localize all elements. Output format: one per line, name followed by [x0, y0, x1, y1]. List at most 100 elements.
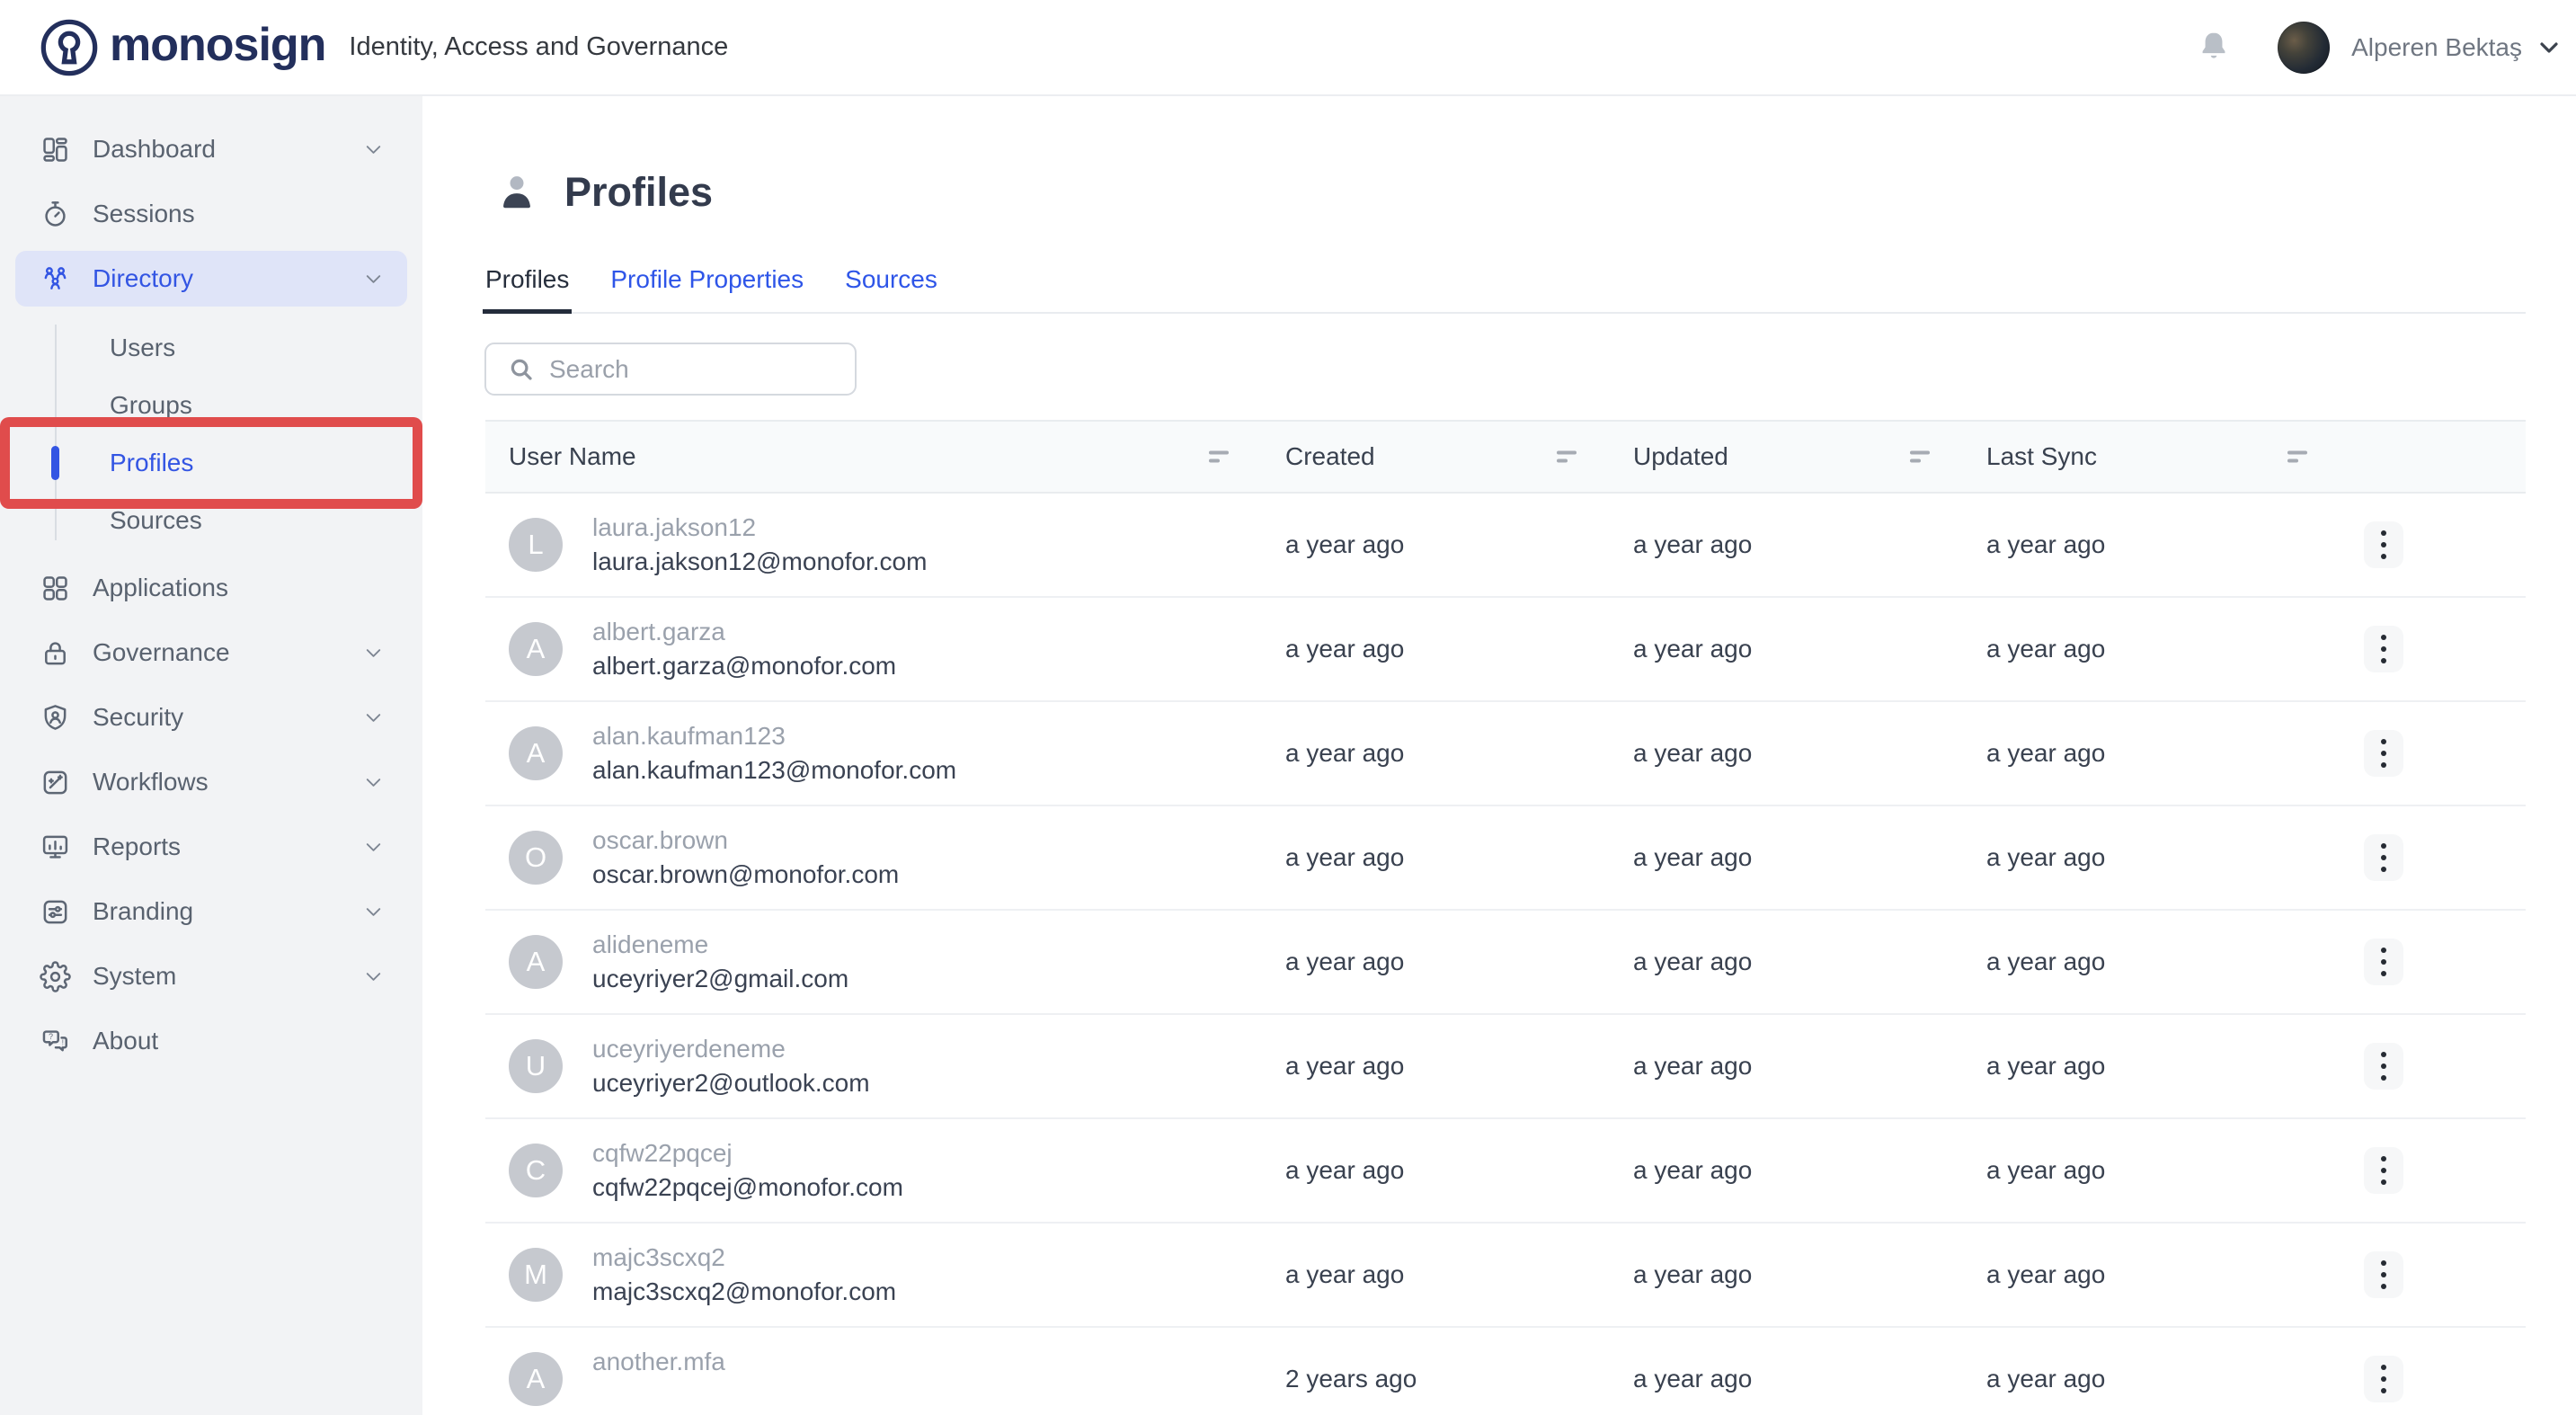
- row-created: a year ago: [1285, 1260, 1633, 1289]
- row-actions-kebab-button[interactable]: [2364, 730, 2403, 777]
- brand-logo: monosign Identity, Access and Governance: [36, 14, 728, 81]
- row-created: a year ago: [1285, 1156, 1633, 1185]
- sidebar-item-governance[interactable]: Governance: [15, 625, 407, 681]
- table-row: L laura.jakson12 laura.jakson12@monofor.…: [485, 494, 2526, 598]
- row-email: oscar.brown@monofor.com: [592, 858, 899, 892]
- row-updated: a year ago: [1633, 948, 1986, 976]
- app-window: monosign Identity, Access and Governance…: [0, 0, 2576, 1415]
- page-title: Profiles: [564, 172, 713, 212]
- sidebar-item-applications[interactable]: Applications: [15, 560, 407, 616]
- profiles-table: User Name Created Updated Last Sync: [485, 420, 2526, 1415]
- row-actions-kebab-button[interactable]: [2364, 1356, 2403, 1402]
- row-last-sync: a year ago: [1986, 843, 2364, 872]
- chevron-down-icon: [361, 138, 386, 162]
- sort-icon[interactable]: [1557, 451, 1577, 463]
- row-username: albert.garza: [592, 615, 896, 649]
- avatar: A: [509, 622, 563, 676]
- row-created: a year ago: [1285, 948, 1633, 976]
- system-icon: [40, 961, 71, 992]
- chevron-down-icon: [361, 641, 386, 665]
- applications-icon: [40, 573, 71, 604]
- column-header-user-name: User Name: [485, 422, 1285, 492]
- row-email: uceyriyer2@outlook.com: [592, 1066, 870, 1100]
- sidebar-item-groups[interactable]: Groups: [0, 377, 422, 434]
- search-icon: [508, 356, 535, 383]
- row-actions-kebab-button[interactable]: [2364, 1147, 2403, 1194]
- page-header: Profiles: [496, 166, 2576, 217]
- row-actions-kebab-button[interactable]: [2364, 939, 2403, 985]
- table-row: A alideneme uceyriyer2@gmail.com a year …: [485, 911, 2526, 1015]
- avatar: O: [509, 831, 563, 885]
- governance-icon: [40, 637, 71, 669]
- sidebar-item-sources[interactable]: Sources: [0, 492, 422, 549]
- sidebar-item-security[interactable]: Security: [15, 690, 407, 745]
- table-row: A albert.garza albert.garza@monofor.com …: [485, 598, 2526, 702]
- brand-tagline: Identity, Access and Governance: [349, 32, 728, 62]
- row-username: majc3scxq2: [592, 1241, 896, 1275]
- row-updated: a year ago: [1633, 1365, 1986, 1393]
- brand-wordmark: monosign: [110, 22, 325, 74]
- sidebar-item-directory[interactable]: Directory: [15, 251, 407, 307]
- row-created: a year ago: [1285, 739, 1633, 768]
- avatar: A: [509, 726, 563, 780]
- monosign-logo-icon: [36, 14, 102, 81]
- chevron-down-icon: [361, 965, 386, 989]
- chevron-down-icon: [361, 900, 386, 924]
- tab-sources[interactable]: Sources: [842, 265, 940, 314]
- row-username: uceyriyerdeneme: [592, 1032, 870, 1066]
- avatar: L: [509, 518, 563, 572]
- sidebar-item-system[interactable]: System: [15, 948, 407, 1004]
- row-created: a year ago: [1285, 1052, 1633, 1081]
- sidebar-item-profiles[interactable]: Profiles: [0, 434, 422, 492]
- row-username: oscar.brown: [592, 823, 899, 858]
- sidebar-item-branding[interactable]: Branding: [15, 884, 407, 939]
- sidebar-item-dashboard[interactable]: Dashboard: [15, 121, 407, 177]
- row-actions-kebab-button[interactable]: [2364, 521, 2403, 568]
- sidebar-item-reports[interactable]: Reports: [15, 819, 407, 875]
- row-created: a year ago: [1285, 635, 1633, 663]
- row-last-sync: a year ago: [1986, 1052, 2364, 1081]
- tab-profiles[interactable]: Profiles: [483, 265, 572, 314]
- active-indicator-bar: [51, 446, 59, 480]
- sidebar-item-workflows[interactable]: Workflows: [15, 754, 407, 810]
- row-last-sync: a year ago: [1986, 1365, 2364, 1393]
- sort-icon[interactable]: [1910, 451, 1930, 463]
- branding-icon: [40, 896, 71, 928]
- chevron-down-icon: [2535, 33, 2563, 62]
- row-last-sync: a year ago: [1986, 1260, 2364, 1289]
- sessions-icon: [40, 199, 71, 230]
- avatar: A: [509, 935, 563, 989]
- tab-profile-properties[interactable]: Profile Properties: [608, 265, 806, 314]
- user-menu[interactable]: Alperen Bektaş: [2278, 22, 2563, 74]
- row-username: alideneme: [592, 928, 848, 962]
- workflows-icon: [40, 767, 71, 798]
- row-actions-kebab-button[interactable]: [2364, 1043, 2403, 1090]
- row-created: a year ago: [1285, 843, 1633, 872]
- notifications-bell-icon[interactable]: [2195, 29, 2233, 67]
- table-row: O oscar.brown oscar.brown@monofor.com a …: [485, 806, 2526, 911]
- svg-text:?: ?: [49, 1032, 53, 1041]
- sidebar-item-about[interactable]: ?! About: [15, 1013, 407, 1069]
- security-icon: [40, 702, 71, 734]
- row-updated: a year ago: [1633, 530, 1986, 559]
- search-input[interactable]: [547, 354, 840, 385]
- table-body: L laura.jakson12 laura.jakson12@monofor.…: [485, 494, 2526, 1415]
- user-name: Alperen Bektaş: [2351, 33, 2522, 62]
- column-header-updated: Updated: [1633, 422, 1986, 492]
- row-updated: a year ago: [1633, 1052, 1986, 1081]
- row-actions-kebab-button[interactable]: [2364, 1251, 2403, 1298]
- user-avatar: [2278, 22, 2330, 74]
- sidebar-item-users[interactable]: Users: [0, 319, 422, 377]
- topbar-right: Alperen Bektaş: [2195, 22, 2563, 74]
- sort-icon[interactable]: [2287, 451, 2307, 463]
- search-box[interactable]: [484, 343, 857, 396]
- table-row: A alan.kaufman123 alan.kaufman123@monofo…: [485, 702, 2526, 806]
- sidebar-nav: Dashboard Sessions Directory Users Group…: [0, 96, 422, 1415]
- profile-person-icon: [496, 171, 537, 212]
- sidebar-item-sessions[interactable]: Sessions: [15, 186, 407, 242]
- row-actions-kebab-button[interactable]: [2364, 626, 2403, 672]
- sort-icon[interactable]: [1209, 451, 1229, 463]
- avatar: M: [509, 1248, 563, 1302]
- row-actions-kebab-button[interactable]: [2364, 834, 2403, 881]
- sidebar-submenu-directory: Users Groups Profiles Sources: [0, 319, 422, 549]
